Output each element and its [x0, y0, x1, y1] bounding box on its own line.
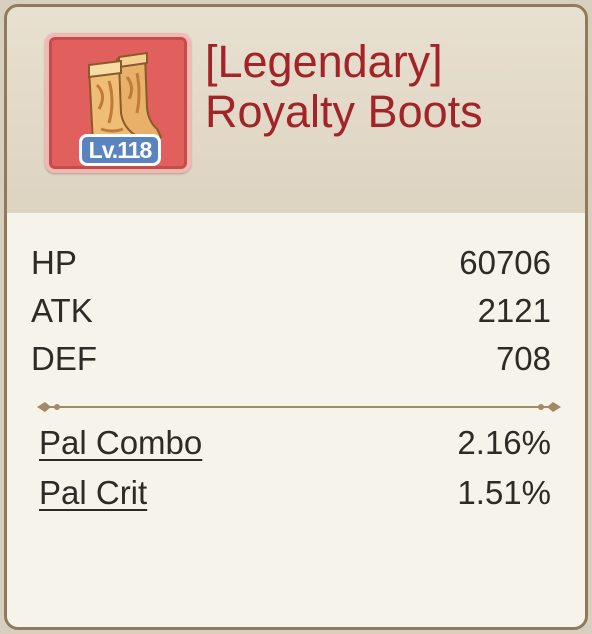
stat-label: HP	[31, 244, 77, 281]
stat-row-hp: HP 60706	[31, 241, 551, 285]
bonus-row-pal-crit: Pal Crit 1.51%	[31, 471, 551, 515]
bonus-label-link[interactable]: Pal Crit	[39, 471, 147, 515]
stat-value: 2121	[477, 292, 551, 329]
stat-label: ATK	[31, 292, 93, 329]
item-name: Royalty Boots	[205, 86, 483, 137]
section-divider	[37, 402, 561, 412]
level-badge: Lv.118	[79, 134, 161, 166]
bonus-label-link[interactable]: Pal Combo	[39, 421, 202, 465]
item-title: [Legendary] Royalty Boots	[205, 37, 575, 137]
stat-row-atk: ATK 2121	[31, 289, 551, 333]
item-header: Lv.118 [Legendary] Royalty Boots	[7, 7, 585, 215]
item-tooltip-card: Lv.118 [Legendary] Royalty Boots HP 6070…	[4, 4, 588, 630]
stat-row-def: DEF 708	[31, 337, 551, 381]
stat-value: 708	[495, 340, 551, 377]
item-rarity-tag: [Legendary]	[205, 36, 443, 87]
bonus-value: 1.51%	[457, 474, 551, 511]
bonus-row-pal-combo: Pal Combo 2.16%	[31, 421, 551, 465]
stat-label: DEF	[31, 340, 97, 377]
item-stats-panel: HP 60706 ATK 2121 DEF 708 Pal Combo 2.16…	[7, 213, 585, 627]
bonus-value: 2.16%	[457, 424, 551, 461]
item-icon-frame[interactable]: Lv.118	[45, 33, 191, 173]
stat-value: 60706	[459, 244, 551, 281]
